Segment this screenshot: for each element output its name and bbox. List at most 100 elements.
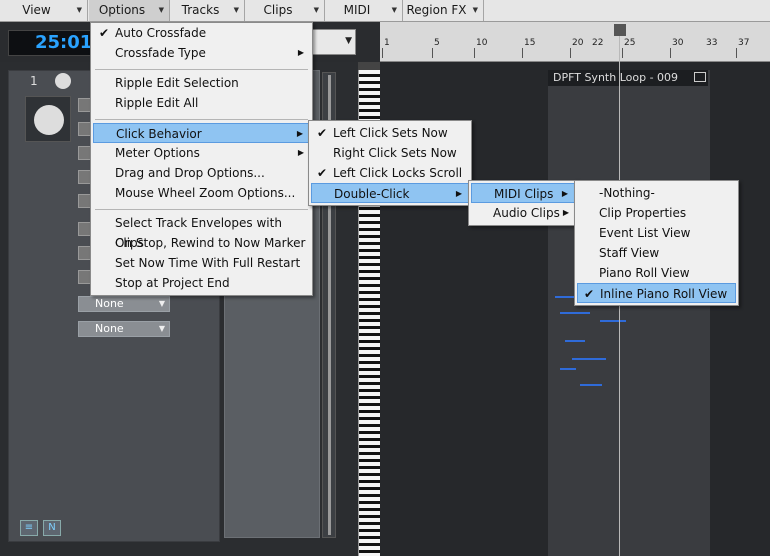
ruler-label: 15 [524, 38, 536, 48]
menu-separator [95, 209, 308, 210]
menu-item-right-click-sets-now[interactable]: Right Click Sets Now [311, 143, 469, 163]
menu-item-label: Event List View [599, 226, 691, 240]
chevron-down-icon: ▼ [76, 6, 82, 14]
menu-item-label: Left Click Sets Now [333, 126, 448, 140]
menu-item-rewind-on-stop[interactable]: On Stop, Rewind to Now Marker [93, 233, 310, 253]
track-number: 1 [30, 74, 38, 88]
menu-item-label: Stop at Project End [115, 276, 230, 290]
ruler-tick [736, 48, 737, 58]
check-icon: ✔ [317, 166, 328, 180]
menu-region-fx-label: Region FX [406, 3, 467, 17]
ruler-label: 10 [476, 38, 488, 48]
ruler-tick [622, 48, 623, 58]
ruler-label: 25 [624, 38, 636, 48]
chevron-down-icon: ▼ [233, 6, 239, 14]
menu-item-clip-properties[interactable]: Clip Properties [577, 203, 736, 223]
chevron-down-icon: ▼ [472, 6, 478, 14]
menu-item-full-restart[interactable]: Set Now Time With Full Restart [93, 253, 310, 273]
menu-item-label: Clip Properties [599, 206, 687, 220]
menu-view-label: View [22, 3, 51, 17]
menu-item-label: -Nothing- [599, 186, 655, 200]
menu-item-label: Crossfade Type [115, 46, 206, 60]
ruler-tick [432, 48, 433, 58]
menu-item-ripple-edit-all[interactable]: Ripple Edit All [93, 93, 310, 113]
ruler-tick [382, 48, 383, 58]
menu-item-auto-crossfade[interactable]: ✔ Auto Crossfade [93, 23, 310, 43]
midi-clips-menu: -Nothing- Clip Properties Event List Vie… [574, 180, 739, 306]
snap-dropdown[interactable]: ▼ [310, 29, 356, 55]
menu-item-label: Mouse Wheel Zoom Options... [115, 186, 296, 200]
menu-item-label: Double-Click [334, 187, 410, 201]
menu-midi-label: MIDI [343, 3, 371, 17]
menu-item-label: Audio Clips [493, 206, 560, 220]
track-input-dropdown[interactable]: None ▼ [78, 296, 170, 312]
menu-item-label: Auto Crossfade [115, 26, 207, 40]
ruler-label: 22 [592, 38, 604, 48]
clip-title: DPFT Synth Loop - 009 [548, 70, 708, 86]
chevron-right-icon: ▶ [297, 48, 304, 57]
menu-item-ripple-edit-selection[interactable]: Ripple Edit Selection [93, 73, 310, 93]
menu-item-crossfade-type[interactable]: Crossfade Type ▶ [93, 43, 310, 63]
menu-item-label: Staff View [599, 246, 660, 260]
menu-item-inline-piano-roll-view[interactable]: ✔ Inline Piano Roll View [577, 283, 736, 303]
menu-separator [95, 119, 308, 120]
menu-item-label: Inline Piano Roll View [600, 287, 728, 301]
menu-tracks[interactable]: Tracks ▼ [171, 0, 245, 21]
menu-item-nothing[interactable]: -Nothing- [577, 183, 736, 203]
menu-item-meter-options[interactable]: Meter Options ▶ [93, 143, 310, 163]
check-icon: ✔ [99, 26, 110, 40]
piano-header [358, 62, 380, 70]
track-view-button[interactable]: ≡ [20, 520, 38, 536]
time-display[interactable]: 25:01 [8, 30, 92, 56]
click-behavior-menu: ✔ Left Click Sets Now Right Click Sets No… [308, 120, 472, 206]
track-icon[interactable] [25, 96, 71, 142]
menu-item-label: Left Click Locks Scroll [333, 166, 463, 180]
menu-item-audio-clips[interactable]: Audio Clips ▶ [471, 203, 575, 223]
menu-item-select-track-envelopes[interactable]: Select Track Envelopes with Clips [93, 213, 310, 250]
menu-item-drag-drop-options[interactable]: Drag and Drop Options... [93, 163, 310, 183]
automation-button[interactable]: N [43, 520, 61, 536]
menu-item-piano-roll-view[interactable]: Piano Roll View [577, 263, 736, 283]
midi-note [600, 320, 626, 322]
menu-item-mouse-wheel-zoom[interactable]: Mouse Wheel Zoom Options... [93, 183, 310, 203]
menu-bar: View ▼ Options ▼ Tracks ▼ Clips ▼ MIDI ▼ Regi… [0, 0, 770, 22]
menu-item-staff-view[interactable]: Staff View [577, 243, 736, 263]
menu-item-click-behavior[interactable]: Click Behavior ▶ [93, 123, 310, 143]
menu-item-label: Meter Options [115, 146, 200, 160]
menu-clips[interactable]: Clips ▼ [246, 0, 325, 21]
chevron-down-icon: ▼ [158, 6, 164, 14]
menu-region-fx[interactable]: Region FX ▼ [404, 0, 484, 21]
menu-item-label: Drag and Drop Options... [115, 166, 265, 180]
menu-item-left-click-locks-scroll[interactable]: ✔ Left Click Locks Scroll [311, 163, 469, 183]
ruler-label: 33 [706, 38, 718, 48]
menu-item-midi-clips[interactable]: MIDI Clips ▶ [471, 183, 575, 203]
menu-item-label: Right Click Sets Now [333, 146, 457, 160]
chevron-down-icon: ▼ [345, 36, 352, 46]
menu-item-left-click-sets-now[interactable]: ✔ Left Click Sets Now [311, 123, 469, 143]
midi-note [580, 384, 602, 386]
menu-view[interactable]: View ▼ [0, 0, 88, 21]
dropdown-value: None [95, 297, 124, 310]
clip-menu-icon[interactable] [694, 72, 706, 82]
midi-note [572, 358, 606, 360]
menu-options-label: Options [98, 3, 146, 17]
midi-port-icon [55, 73, 71, 89]
midi-note [565, 340, 585, 342]
menu-item-stop-at-end[interactable]: Stop at Project End [93, 273, 310, 293]
now-marker[interactable] [614, 24, 626, 36]
menu-item-label: Piano Roll View [599, 266, 690, 280]
ruler-label: 1 [384, 38, 390, 48]
track-output-dropdown[interactable]: None ▼ [78, 321, 170, 337]
menu-midi[interactable]: MIDI ▼ [326, 0, 403, 21]
chevron-down-icon: ▼ [158, 299, 165, 308]
menu-tracks-label: Tracks [181, 3, 220, 17]
ruler-tick [570, 48, 571, 58]
chevron-down-icon: ▼ [313, 6, 319, 14]
timeline-ruler[interactable]: 1 5 10 15 20 22 25 30 33 37 [380, 22, 770, 62]
menu-item-event-list-view[interactable]: Event List View [577, 223, 736, 243]
menu-options[interactable]: Options ▼ [89, 0, 170, 21]
dropdown-value: None [95, 322, 124, 335]
menu-item-double-click[interactable]: Double-Click ▶ [311, 183, 469, 203]
menu-clips-label: Clips [263, 3, 293, 17]
ruler-label: 37 [738, 38, 750, 48]
